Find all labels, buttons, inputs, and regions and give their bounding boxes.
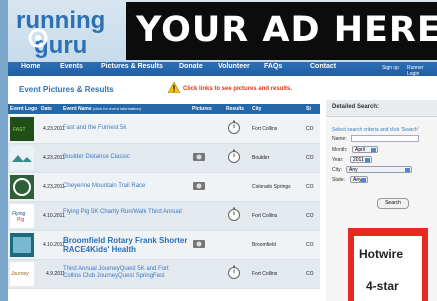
event-state: CO (306, 242, 314, 248)
table-row[interactable]: FAST 4.23.2011 Fast and the Furriest 5k … (8, 115, 320, 144)
nav-contact[interactable]: Contact (310, 63, 336, 70)
event-state: CO (306, 155, 314, 161)
svg-text:running: running (16, 7, 105, 34)
table-row[interactable]: Flying Pig 4.10.2011 Flying Pig 5K Charit… (8, 202, 320, 231)
event-logo-journeyquest[interactable]: Journey (10, 262, 34, 286)
nav-runner-login[interactable]: Runner Login (407, 65, 437, 77)
results-stopwatch-icon[interactable] (227, 265, 241, 279)
city-select[interactable]: Any (346, 166, 412, 173)
year-value: 2011 (353, 157, 364, 163)
svg-text:Journey: Journey (10, 271, 29, 277)
nav-pictures-results[interactable]: Pictures & Results (101, 63, 163, 70)
col-state: St (304, 104, 320, 114)
results-notice: Click links to see pictures and results. (183, 86, 293, 92)
col-city: City (250, 104, 304, 114)
detailed-search-panel: Detailed Search: Select search criteria … (326, 100, 437, 301)
event-name-link[interactable]: Flying Pig 5K Charity Run/Walk Third Ann… (63, 209, 188, 216)
table-row[interactable]: Journey 4.9.2011 Third Annual JourneyQue… (8, 260, 320, 289)
event-date: 4.23.2011 (43, 126, 65, 132)
event-logo-boulder-distance[interactable] (10, 146, 34, 170)
event-date: 4.10.2011 (43, 242, 65, 248)
event-name-link[interactable]: Third Annual JourneyQuest 5K and Fort Co… (63, 266, 188, 280)
city-value: Any (349, 167, 358, 173)
search-button[interactable]: Search (377, 198, 409, 209)
hotwire-card: Hotwire 4-star (354, 236, 422, 301)
search-header: Detailed Search: (326, 100, 437, 117)
name-input[interactable] (351, 135, 419, 142)
col-event-name-label: Event Name (63, 106, 92, 112)
nav-faqs[interactable]: FAQs (264, 63, 282, 70)
month-label: Month: (332, 147, 348, 153)
results-stopwatch-icon[interactable] (227, 149, 241, 163)
event-logo-fast-furriest[interactable]: FAST (10, 117, 34, 141)
event-date: 4.23.2011 (43, 184, 65, 190)
col-date: Date (39, 104, 61, 114)
event-city: Fort Collins (252, 271, 278, 277)
name-label: Name: (332, 136, 347, 142)
event-logo-flying-pig[interactable]: FlyingPig (10, 204, 34, 228)
col-event-name-hint: (click for event information) (93, 106, 142, 111)
event-state: CO (306, 213, 314, 219)
nav-events[interactable]: Events (60, 63, 83, 70)
col-event-name: Event Name (click for event information) (61, 104, 190, 114)
nav-home[interactable]: Home (21, 63, 40, 70)
chevron-down-icon (405, 168, 410, 172)
state-label: State: (332, 177, 346, 183)
event-logo-broomfield-rotary[interactable] (10, 233, 34, 257)
site-header: running guru YOUR AD HERE (8, 0, 437, 62)
event-city: Fort Collins (252, 213, 278, 219)
event-state: CO (306, 184, 314, 190)
col-results: Results (224, 104, 250, 114)
search-instructions: Select search criteria and click 'Search… (332, 127, 419, 133)
main-navigation: Home Events Pictures & Results Donate Vo… (8, 62, 437, 77)
event-city: Boulder (252, 155, 270, 161)
svg-text:FAST: FAST (13, 127, 26, 133)
running-guru-logo[interactable]: running guru (14, 4, 130, 58)
nav-donate[interactable]: Donate (179, 63, 203, 70)
event-city: Fort Collins (252, 126, 278, 132)
year-select[interactable]: 2011 (350, 156, 372, 163)
nav-volunteer[interactable]: Volunteer (218, 63, 250, 70)
nav-sign-up[interactable]: Sign up (382, 65, 399, 71)
event-date: 4.10.2011 (43, 213, 65, 219)
event-name-link[interactable]: Fast and the Furriest 5k (63, 125, 188, 132)
city-label: City: (332, 167, 342, 173)
col-event-logo: Event Logo (8, 104, 39, 114)
page: running guru YOUR AD HERE Home Events Pi… (8, 0, 437, 301)
event-state: CO (306, 271, 314, 277)
ad-banner[interactable]: YOUR AD HERE (126, 2, 437, 60)
search-title: Detailed Search: (332, 104, 380, 110)
pictures-camera-icon[interactable] (192, 180, 206, 191)
svg-text:Pig: Pig (17, 217, 24, 223)
results-stopwatch-icon[interactable] (227, 207, 241, 221)
event-state: CO (306, 126, 314, 132)
hotwire-tagline: 4-star (366, 279, 399, 293)
month-select[interactable]: April (352, 146, 378, 153)
col-pictures: Pictures (190, 104, 224, 114)
chevron-down-icon (365, 158, 370, 162)
ad-headline: YOUR AD HERE (136, 10, 437, 50)
event-logo-cheyenne-mountain[interactable] (10, 175, 34, 199)
state-select[interactable]: Any (350, 176, 368, 183)
event-name-link[interactable]: Cheyenne Mountain Trail Race (63, 183, 188, 190)
hotwire-brand: Hotwire (359, 247, 404, 261)
year-label: Year: (332, 157, 344, 163)
page-title: Event Pictures & Results (19, 85, 114, 94)
event-city: Broomfield (252, 242, 276, 248)
table-row[interactable]: 4.10.2011 Broomfield Rotary Frank Shorte… (8, 231, 320, 260)
month-value: April (355, 147, 366, 153)
results-stopwatch-icon[interactable] (227, 120, 241, 134)
hotwire-ad[interactable]: Hotwire 4-star (348, 228, 428, 301)
chevron-down-icon (371, 148, 376, 152)
event-name-link[interactable]: Broomfield Rotary Frank Shorter RACE4Kid… (63, 236, 188, 254)
pictures-camera-icon[interactable] (192, 238, 206, 249)
table-row[interactable]: 4.23.2011 Boulder Distance Classic Bould… (8, 144, 320, 173)
table-row[interactable]: 4.23.2011 Cheyenne Mountain Trail Race C… (8, 173, 320, 202)
event-city: Colorado Springs (252, 184, 291, 190)
chevron-down-icon (361, 178, 366, 182)
warning-icon (168, 82, 180, 93)
event-name-link[interactable]: Boulder Distance Classic (63, 154, 188, 161)
event-date: 4.23.2011 (43, 155, 65, 161)
pictures-camera-icon[interactable] (192, 151, 206, 162)
